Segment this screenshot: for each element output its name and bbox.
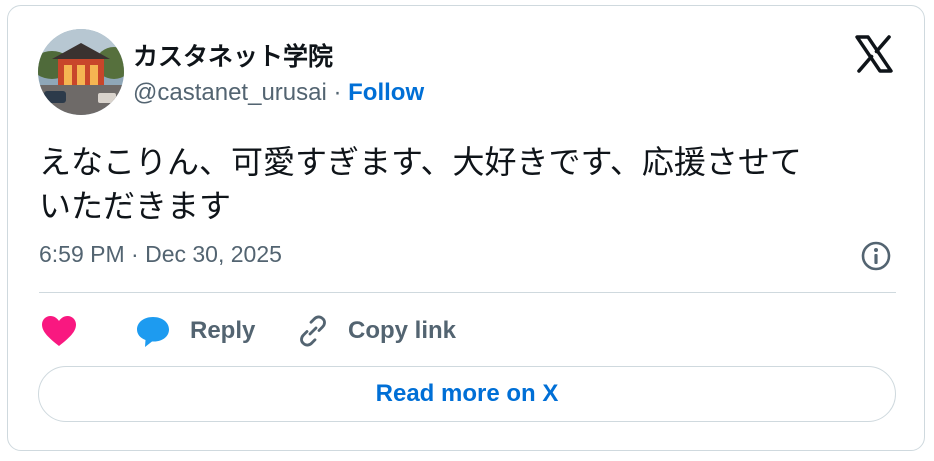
read-more-label: Read more on X	[375, 380, 559, 407]
avatar-photo-icon	[38, 29, 124, 115]
divider	[39, 292, 896, 293]
avatar[interactable]	[38, 29, 124, 115]
tweet-text: えなこりん、可愛すぎます、大好きです、応援させて いただきます	[39, 140, 909, 228]
reply-bubble-icon	[137, 317, 169, 347]
handle-separator: ·	[326, 79, 349, 106]
copy-link-button[interactable]: Copy link	[296, 309, 456, 353]
reply-button[interactable]: Reply	[134, 309, 255, 353]
read-more-button[interactable]: Read more on X	[38, 366, 896, 422]
like-button[interactable]	[40, 309, 78, 353]
x-logo-icon[interactable]	[854, 34, 894, 74]
author-display-name[interactable]: カスタネット学院	[133, 37, 333, 73]
link-icon	[300, 315, 326, 347]
follow-link[interactable]: Follow	[348, 79, 424, 106]
tweet-text-line: いただきます	[39, 188, 232, 224]
copy-link-label: Copy link	[348, 317, 457, 344]
tweet-timestamp[interactable]: 6:59 PM · Dec 30, 2025	[39, 241, 282, 268]
author-handle-row: @castanet_urusai · Follow	[133, 79, 424, 107]
tweet-card: カスタネット学院 @castanet_urusai · Follow えなこりん…	[7, 5, 925, 451]
heart-icon	[42, 316, 76, 346]
info-icon[interactable]	[860, 240, 892, 272]
author-handle[interactable]: @castanet_urusai	[133, 79, 327, 106]
reply-label: Reply	[190, 317, 256, 344]
tweet-text-line: えなこりん、可愛すぎます、大好きです、応援させて	[39, 144, 802, 180]
